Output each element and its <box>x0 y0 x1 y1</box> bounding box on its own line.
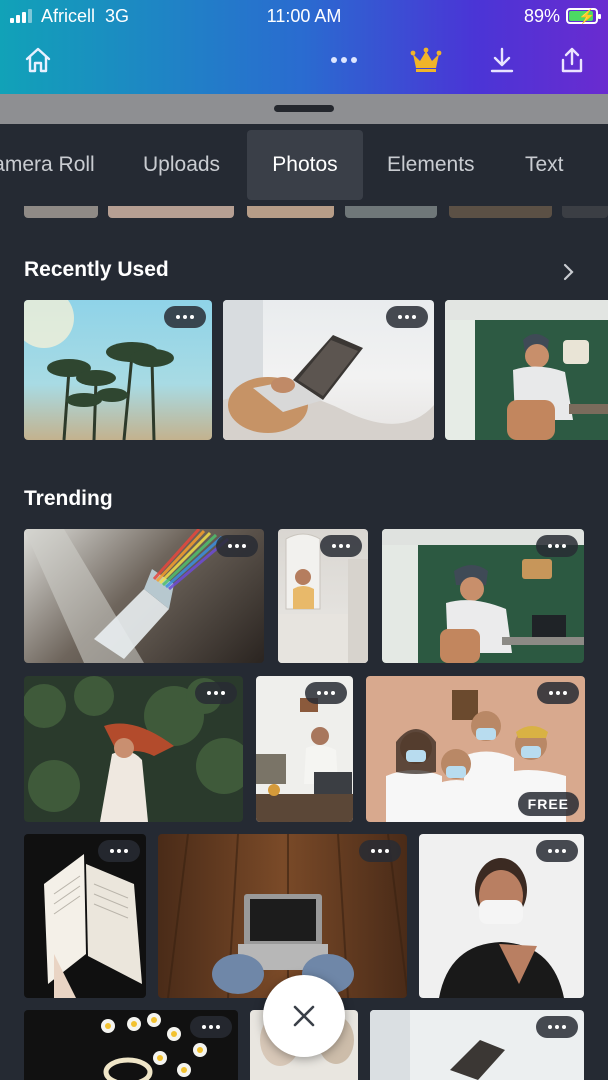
photo-open-book[interactable] <box>24 834 146 998</box>
photo-palm-trees[interactable] <box>24 300 212 440</box>
tab-camera-roll[interactable]: Camera Roll <box>0 130 95 200</box>
photo-prism[interactable] <box>24 529 264 663</box>
clock: 11:00 AM <box>266 6 342 26</box>
share-icon[interactable] <box>554 42 590 78</box>
app-header: Africell 3G 11:00 AM 89% ⚡ <box>0 0 608 94</box>
photo-woman-mirror[interactable] <box>278 529 368 663</box>
photo-laptop-floor[interactable] <box>158 834 407 998</box>
tab-uploads[interactable]: Uploads <box>143 130 220 200</box>
drag-handle[interactable] <box>274 105 334 112</box>
close-button[interactable] <box>263 975 345 1057</box>
previous-row-strip <box>0 206 608 218</box>
download-icon[interactable] <box>484 42 520 78</box>
photo-people-masks[interactable]: FREE <box>366 676 585 822</box>
tab-text[interactable]: Text <box>525 130 564 200</box>
photo-woman-mask-white[interactable] <box>419 834 584 998</box>
trending-title: Trending <box>24 487 113 510</box>
more-options-button[interactable] <box>359 840 401 862</box>
more-options-button[interactable] <box>536 535 578 557</box>
more-options-button[interactable] <box>536 840 578 862</box>
recently-used-title: Recently Used <box>24 258 169 281</box>
tab-photos[interactable]: Photos <box>247 130 363 200</box>
more-options-button[interactable] <box>320 535 362 557</box>
more-options-button[interactable] <box>305 682 347 704</box>
more-options-button[interactable] <box>386 306 428 328</box>
more-icon[interactable] <box>326 42 362 78</box>
photo-laptop-bed[interactable] <box>223 300 434 440</box>
photo-woman-leaves[interactable] <box>24 676 243 822</box>
status-bar: Africell 3G 11:00 AM 89% ⚡ <box>0 0 608 32</box>
crown-icon[interactable] <box>408 42 444 78</box>
battery-percent: 89% <box>523 6 560 26</box>
photo-daisies[interactable] <box>24 1010 238 1080</box>
more-options-button[interactable] <box>536 1016 578 1038</box>
more-options-button[interactable] <box>98 840 140 862</box>
photo-woman-laptop-home[interactable] <box>256 676 353 822</box>
more-options-button[interactable] <box>216 535 258 557</box>
tab-elements[interactable]: Elements <box>387 130 475 200</box>
photo-laptop-bed-2[interactable] <box>370 1010 584 1080</box>
photo-man-desk[interactable] <box>382 529 584 663</box>
more-options-button[interactable] <box>537 682 579 704</box>
close-icon <box>293 1005 315 1027</box>
tab-bar: Camera Roll Uploads Photos Elements Text <box>0 124 608 206</box>
free-badge: FREE <box>517 792 579 816</box>
battery-icon: ⚡ <box>566 8 601 24</box>
more-options-button[interactable] <box>195 682 237 704</box>
home-icon[interactable] <box>20 42 56 78</box>
more-options-button[interactable] <box>164 306 206 328</box>
chevron-right-icon[interactable] <box>558 262 578 282</box>
photo-man-green-room[interactable] <box>445 300 608 440</box>
more-options-button[interactable] <box>190 1016 232 1038</box>
panel-drag-area[interactable] <box>0 94 608 124</box>
